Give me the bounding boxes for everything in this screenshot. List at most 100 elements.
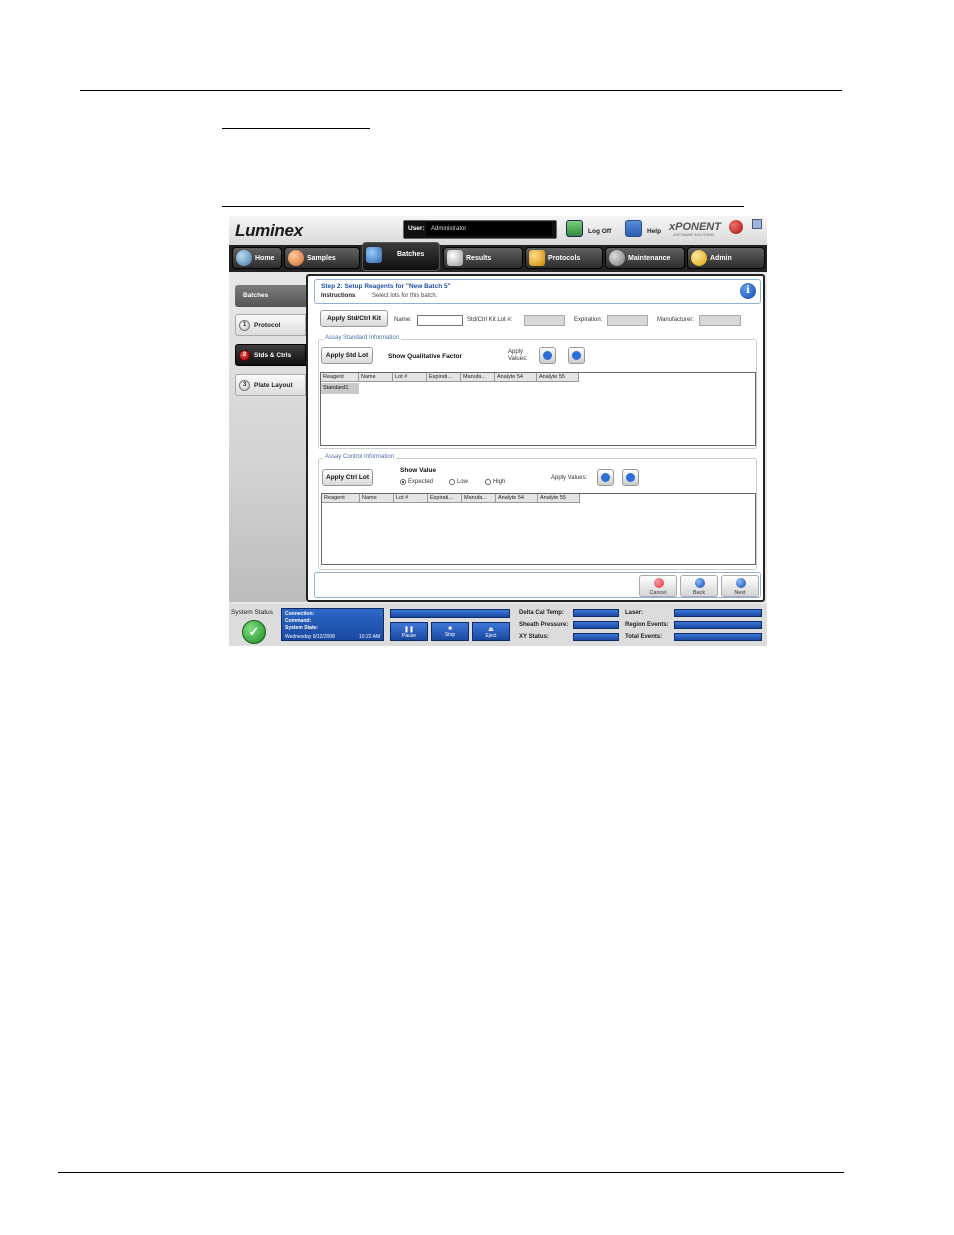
maintenance-icon: [609, 250, 625, 266]
admin-icon: [691, 250, 707, 266]
luminex-logo: Luminex: [235, 221, 303, 240]
step-number-icon: 3: [239, 380, 250, 391]
std-col-name[interactable]: Name: [359, 373, 393, 382]
help-icon[interactable]: [625, 220, 642, 237]
ctrl-col-manufacturer[interactable]: Manufa...: [462, 494, 496, 503]
table-row[interactable]: Standard1: [321, 383, 359, 394]
connection-box: Connection: Command: System State: Wedne…: [281, 608, 384, 641]
region-events-label: Region Events:: [625, 622, 669, 628]
tab-home[interactable]: Home: [232, 247, 282, 269]
std-apply-right-icon[interactable]: [568, 347, 585, 364]
std-col-reagent[interactable]: Reagent: [321, 373, 359, 382]
sidebar-item-plate-layout[interactable]: 3 Plate Layout: [235, 374, 306, 396]
info-icon[interactable]: i: [740, 283, 756, 299]
apply-std-lot-button[interactable]: Apply Std Lot: [321, 347, 373, 364]
kit-expiration-field: [607, 315, 648, 326]
kit-name-field[interactable]: [417, 315, 463, 326]
delta-cal-temp-label: Delta Cal Temp:: [519, 610, 564, 616]
radio-high-label[interactable]: High: [493, 479, 505, 485]
region-events-bar: [674, 621, 762, 629]
ctrl-col-analyte-54[interactable]: Analyte 54: [496, 494, 538, 503]
tab-admin[interactable]: Admin: [687, 247, 765, 269]
apply-ctrl-lot-button[interactable]: Apply Ctrl Lot: [322, 469, 373, 486]
total-events-bar: [674, 633, 762, 641]
help-button[interactable]: Help: [647, 228, 661, 235]
sheath-pressure-label: Sheath Pressure:: [519, 622, 569, 628]
std-apply-values-label: Apply Values:: [508, 349, 528, 362]
status-check-icon: ✓: [242, 620, 266, 644]
ctrl-col-name[interactable]: Name: [360, 494, 394, 503]
kit-lot-field: [524, 315, 565, 326]
window-control-icon[interactable]: [752, 219, 762, 229]
ctrl-apply-right-icon[interactable]: [622, 469, 639, 486]
home-icon: [236, 250, 252, 266]
tab-maintenance[interactable]: Maintenance: [605, 247, 685, 269]
cancel-button[interactable]: Cancel: [639, 575, 677, 597]
protocols-icon: [529, 250, 545, 266]
back-arrow-icon: [695, 578, 705, 588]
xy-status-bar: [573, 633, 619, 641]
kit-manufacturer-field: [699, 315, 741, 326]
tab-results[interactable]: Results: [443, 247, 523, 269]
show-qualitative-factor-label: Show Qualitative Factor: [388, 353, 463, 360]
apply-std-ctrl-kit-button[interactable]: Apply Std/Ctrl Kit: [320, 310, 388, 327]
ctrl-col-reagent[interactable]: Reagent: [322, 494, 360, 503]
ctrl-col-analyte-55[interactable]: Analyte 55: [538, 494, 580, 503]
page-top-rule: [80, 90, 842, 91]
show-value-label: Show Value: [400, 467, 437, 474]
logoff-button[interactable]: Log Off: [588, 228, 611, 235]
back-button[interactable]: Back: [680, 575, 718, 597]
std-col-expiration[interactable]: Expirati...: [427, 373, 461, 382]
std-col-analyte-54[interactable]: Analyte 54: [495, 373, 537, 382]
xy-status-label: XY Status:: [519, 634, 549, 640]
std-col-analyte-55[interactable]: Analyte 55: [537, 373, 579, 382]
ctrl-apply-down-icon[interactable]: [597, 469, 614, 486]
kit-lot-label: Std/Ctrl Kit Lot #:: [467, 317, 513, 323]
radio-expected[interactable]: [400, 479, 406, 485]
total-events-label: Total Events:: [625, 634, 663, 640]
sidebar-item-stds-ctrls[interactable]: 2 Stds & Ctrls: [235, 344, 306, 366]
tab-batches[interactable]: Batches: [362, 242, 440, 271]
eject-button[interactable]: ⏏ Eject: [472, 622, 510, 641]
delta-cal-temp-bar: [573, 609, 619, 617]
standard-grid: Reagent Name Lot # Expirati... Manufa...…: [320, 372, 756, 446]
main-nav: Home Samples Batches Results Protocols M…: [229, 242, 767, 272]
xponent-logo: xPONENT SOFTWARE SOLUTIONS: [669, 221, 721, 237]
batches-icon: [366, 247, 382, 263]
radio-low-label[interactable]: Low: [457, 479, 468, 485]
radio-low[interactable]: [449, 479, 455, 485]
sidebar: Batches 1 Protocol 2 Stds & Ctrls 3 Plat…: [229, 272, 306, 602]
user-label: User:: [408, 225, 425, 232]
sidebar-item-protocol[interactable]: 1 Protocol: [235, 314, 306, 336]
title-bar: Luminex User: Administrator Log Off Help…: [229, 216, 767, 245]
std-col-manufacturer[interactable]: Manufa...: [461, 373, 495, 382]
next-arrow-icon: [736, 578, 746, 588]
step-number-icon: 2: [239, 350, 250, 361]
radio-high[interactable]: [485, 479, 491, 485]
tab-protocols[interactable]: Protocols: [525, 247, 603, 269]
radio-expected-label[interactable]: Expected: [408, 479, 433, 485]
laser-bar: [674, 609, 762, 617]
logoff-icon[interactable]: [566, 220, 583, 237]
tab-samples[interactable]: Samples: [284, 247, 360, 269]
ctrl-col-lot[interactable]: Lot #: [394, 494, 428, 503]
stop-button[interactable]: ■ Stop: [431, 622, 469, 641]
status-light-icon: [729, 220, 743, 234]
step-number-icon: 1: [239, 320, 250, 331]
pause-icon: ❚❚: [403, 627, 415, 633]
assay-control-legend: Assay Control Information: [323, 454, 397, 460]
std-apply-down-icon[interactable]: [539, 347, 556, 364]
ctrl-col-expiration[interactable]: Expirati...: [428, 494, 462, 503]
step-title: Step 2: Setup Reagents for "New Batch 5": [321, 283, 451, 290]
wizard-nav: Cancel Back Next: [314, 572, 761, 598]
kit-expiration-label: Expiration:: [574, 317, 603, 323]
std-col-lot[interactable]: Lot #: [393, 373, 427, 382]
page-bottom-rule: [58, 1172, 844, 1173]
main-panel: Step 2: Setup Reagents for "New Batch 5"…: [306, 274, 765, 602]
status-bar: System Status ✓ Connection: Command: Sys…: [229, 604, 767, 646]
heading-underline-long: [222, 206, 744, 207]
pause-button[interactable]: ❚❚ Pause: [390, 622, 428, 641]
xponent-screenshot: Luminex User: Administrator Log Off Help…: [229, 216, 767, 646]
next-button[interactable]: Next: [721, 575, 759, 597]
kit-name-label: Name:: [394, 317, 412, 323]
